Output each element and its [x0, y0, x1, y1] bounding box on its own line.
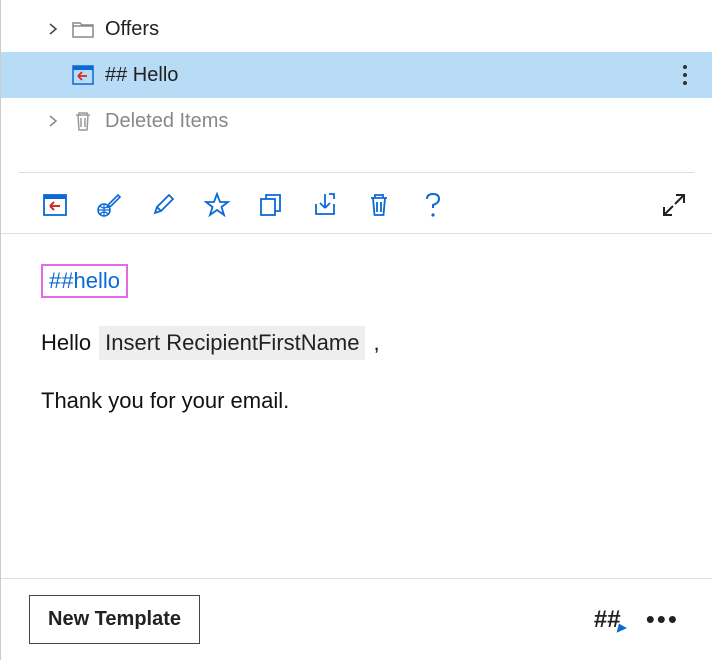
- tree-item-label: Offers: [105, 18, 696, 41]
- star-icon[interactable]: [203, 191, 231, 219]
- tree-item-offers[interactable]: Offers: [1, 6, 712, 52]
- edit-pencil-icon[interactable]: [149, 191, 177, 219]
- import-icon[interactable]: [311, 191, 339, 219]
- chevron-right-icon: [45, 22, 61, 36]
- greeting-prefix: Hello: [41, 330, 91, 356]
- copy-icon[interactable]: [257, 191, 285, 219]
- delete-icon[interactable]: [365, 191, 393, 219]
- template-body-line1[interactable]: Hello Insert RecipientFirstName ,: [41, 326, 672, 360]
- reply-template-icon: [71, 65, 95, 85]
- folder-icon: [71, 20, 95, 38]
- kebab-menu-icon[interactable]: [674, 64, 696, 86]
- trash-icon: [71, 110, 95, 132]
- chevron-right-icon: [45, 114, 61, 128]
- divider: [19, 172, 694, 173]
- help-icon[interactable]: [419, 191, 447, 219]
- tree-item-label: ## Hello: [105, 64, 664, 87]
- more-menu-icon[interactable]: •••: [640, 604, 685, 635]
- tree-item-deleted[interactable]: Deleted Items: [1, 98, 712, 144]
- recipient-firstname-placeholder[interactable]: Insert RecipientFirstName: [99, 326, 365, 360]
- greeting-suffix: ,: [373, 330, 379, 356]
- pen-globe-icon[interactable]: [95, 191, 123, 219]
- tree-item-hello[interactable]: ## Hello: [1, 52, 712, 98]
- footer-bar: New Template ##▶ •••: [1, 578, 712, 660]
- shortcut-insert-icon[interactable]: ##▶: [594, 606, 626, 634]
- shortcut-highlight[interactable]: ##hello: [41, 264, 128, 298]
- reply-template-tool[interactable]: [41, 191, 69, 219]
- editor-toolbar: [1, 177, 712, 234]
- new-template-button[interactable]: New Template: [29, 595, 200, 644]
- expand-icon[interactable]: [660, 191, 688, 219]
- template-body-line2[interactable]: Thank you for your email.: [41, 388, 672, 414]
- template-tree: Offers ## Hello Deleted Items: [1, 0, 712, 144]
- tree-item-label: Deleted Items: [105, 110, 696, 133]
- template-editor: ##hello Hello Insert RecipientFirstName …: [1, 234, 712, 434]
